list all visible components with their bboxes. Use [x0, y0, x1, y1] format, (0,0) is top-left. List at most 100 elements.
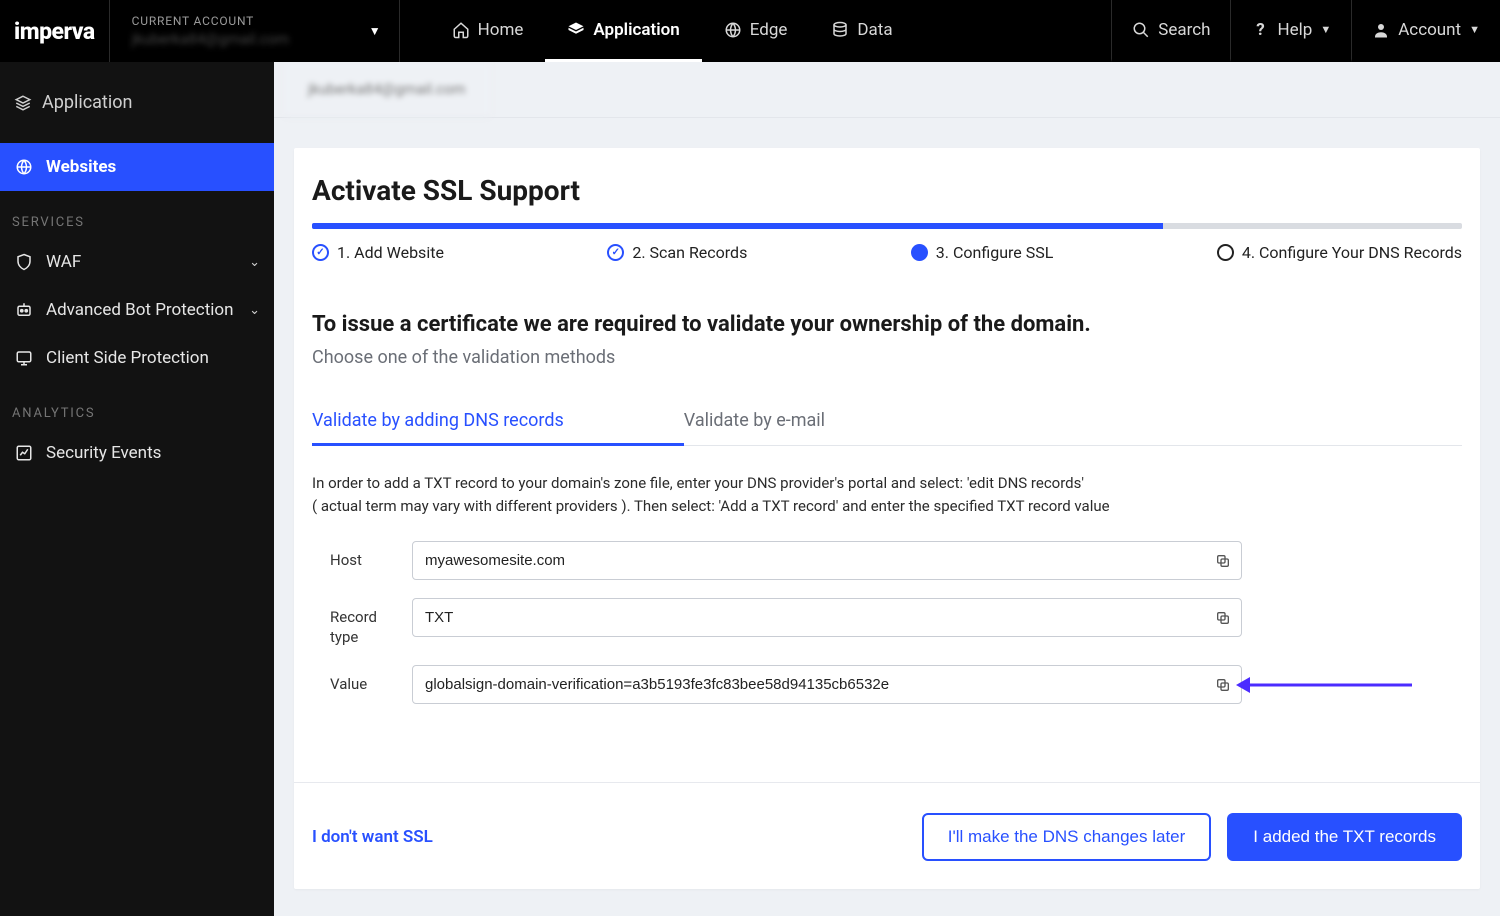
step-configure-ssl: 3. Configure SSL — [911, 243, 1054, 262]
sidebar-header-label: Application — [42, 92, 132, 113]
step-label: 4. Configure Your DNS Records — [1242, 243, 1462, 262]
button-label: I'll make the DNS changes later — [948, 827, 1186, 846]
copy-icon[interactable] — [1212, 674, 1234, 696]
step-done-icon — [312, 244, 329, 261]
step-configure-dns: 4. Configure Your DNS Records — [1217, 243, 1462, 262]
database-icon — [831, 21, 849, 39]
nav-search-label: Search — [1158, 20, 1210, 40]
field-label: Value — [330, 665, 390, 693]
nav-account[interactable]: Account ▼ — [1351, 0, 1500, 62]
user-icon — [1372, 21, 1390, 39]
home-icon — [452, 21, 470, 39]
brand-logo: imperva — [14, 0, 110, 62]
button-added-txt-records[interactable]: I added the TXT records — [1227, 813, 1462, 861]
sidebar-item-client-side-protection[interactable]: Client Side Protection — [0, 334, 274, 382]
nav-home[interactable]: Home — [430, 0, 546, 62]
sidebar-section-analytics: ANALYTICS — [0, 382, 274, 429]
link-dont-want-ssl[interactable]: I don't want SSL — [312, 827, 433, 847]
help-text: In order to add a TXT record to your dom… — [294, 446, 1480, 531]
tab-label: Validate by e-mail — [684, 410, 825, 431]
chevron-down-icon: ⌄ — [249, 303, 260, 318]
copy-icon[interactable] — [1212, 607, 1234, 629]
tab-validate-dns[interactable]: Validate by adding DNS records — [312, 398, 684, 446]
value-input[interactable] — [412, 665, 1242, 704]
sidebar-item-label: Advanced Bot Protection — [46, 300, 233, 320]
field-label: Record type — [330, 598, 390, 647]
sidebar-item-label: Client Side Protection — [46, 348, 209, 368]
tab-label: Validate by adding DNS records — [312, 410, 564, 431]
sidebar: Application Websites SERVICES WAF ⌄ Adva… — [0, 62, 274, 916]
page-title: Activate SSL Support — [294, 174, 1480, 223]
button-label: I added the TXT records — [1253, 827, 1436, 846]
chevron-down-icon: ⌄ — [249, 255, 260, 270]
nav-account-label: Account — [1398, 20, 1461, 40]
copy-icon[interactable] — [1212, 550, 1234, 572]
link-label: I don't want SSL — [312, 827, 433, 847]
globe-icon — [724, 21, 742, 39]
nav-help[interactable]: ? Help ▼ — [1230, 0, 1351, 62]
step-progress-fill — [312, 223, 1163, 229]
sidebar-header: Application — [0, 62, 274, 143]
current-account-value: jkuberka84@gmail.com — [132, 30, 377, 48]
shield-icon — [14, 252, 34, 272]
chart-icon — [14, 443, 34, 463]
sidebar-item-label: Websites — [46, 157, 116, 177]
nav-application[interactable]: Application — [545, 0, 701, 62]
step-todo-icon — [1217, 244, 1234, 261]
nav-search[interactable]: Search — [1111, 0, 1230, 62]
field-record-type: Record type — [330, 598, 1462, 647]
nav-edge[interactable]: Edge — [702, 0, 810, 62]
section-heading: To issue a certificate we are required t… — [294, 262, 1480, 347]
sidebar-item-label: Security Events — [46, 443, 161, 463]
top-nav: imperva CURRENT ACCOUNT jkuberka84@gmail… — [0, 0, 1500, 62]
stepper: 1. Add Website 2. Scan Records 3. Config… — [294, 229, 1480, 262]
step-progress-bar — [312, 223, 1462, 229]
layers-icon — [14, 94, 32, 112]
step-done-icon — [607, 244, 624, 261]
sidebar-item-label: WAF — [46, 252, 81, 272]
annotation-arrow-line — [1242, 683, 1412, 686]
sidebar-item-websites[interactable]: Websites — [0, 143, 274, 191]
sidebar-item-waf[interactable]: WAF ⌄ — [0, 238, 274, 286]
host-input[interactable] — [412, 541, 1242, 580]
section-subheading: Choose one of the validation methods — [294, 347, 1480, 398]
chevron-down-icon: ▼ — [1320, 23, 1331, 36]
step-active-icon — [911, 244, 928, 261]
step-scan-records: 2. Scan Records — [607, 243, 747, 262]
button-dns-changes-later[interactable]: I'll make the DNS changes later — [922, 813, 1212, 861]
field-host: Host — [330, 541, 1462, 580]
help-icon: ? — [1251, 21, 1269, 39]
breadcrumb-bar: jkuberka84@gmail.com — [274, 62, 1500, 118]
field-input-wrap — [412, 665, 1242, 704]
field-value: Value — [330, 665, 1462, 704]
sidebar-item-security-events[interactable]: Security Events — [0, 429, 274, 477]
nav-data[interactable]: Data — [809, 0, 914, 62]
field-input-wrap — [412, 541, 1242, 580]
chevron-down-icon: ▼ — [1469, 23, 1480, 36]
field-input-wrap — [412, 598, 1242, 637]
tab-validate-email[interactable]: Validate by e-mail — [684, 398, 945, 445]
main-content: jkuberka84@gmail.com Activate SSL Suppor… — [274, 62, 1500, 916]
top-nav-menu: Home Application Edge Data — [400, 0, 915, 62]
dns-record-fields: Host Record type — [294, 531, 1480, 742]
help-text-line: In order to add a TXT record to your dom… — [312, 472, 1462, 495]
validation-tabs: Validate by adding DNS records Validate … — [312, 398, 1462, 446]
card-footer: I don't want SSL I'll make the DNS chang… — [294, 782, 1480, 861]
ssl-activation-card: Activate SSL Support 1. Add Website 2. S… — [294, 148, 1480, 889]
nav-help-label: Help — [1277, 20, 1312, 40]
top-nav-right: Search ? Help ▼ Account ▼ — [1111, 0, 1500, 62]
search-icon — [1132, 21, 1150, 39]
step-label: 2. Scan Records — [632, 243, 747, 262]
record-type-input[interactable] — [412, 598, 1242, 637]
globe-icon — [14, 157, 34, 177]
nav-home-label: Home — [478, 20, 524, 40]
step-label: 1. Add Website — [337, 243, 444, 262]
bot-icon — [14, 300, 34, 320]
breadcrumb[interactable]: jkuberka84@gmail.com — [284, 62, 490, 117]
chevron-down-icon: ▼ — [369, 24, 381, 38]
sidebar-item-advanced-bot-protection[interactable]: Advanced Bot Protection ⌄ — [0, 286, 274, 334]
footer-actions: I'll make the DNS changes later I added … — [922, 813, 1462, 861]
current-account-selector[interactable]: CURRENT ACCOUNT jkuberka84@gmail.com ▼ — [110, 0, 400, 62]
monitor-shield-icon — [14, 348, 34, 368]
nav-data-label: Data — [857, 20, 892, 40]
